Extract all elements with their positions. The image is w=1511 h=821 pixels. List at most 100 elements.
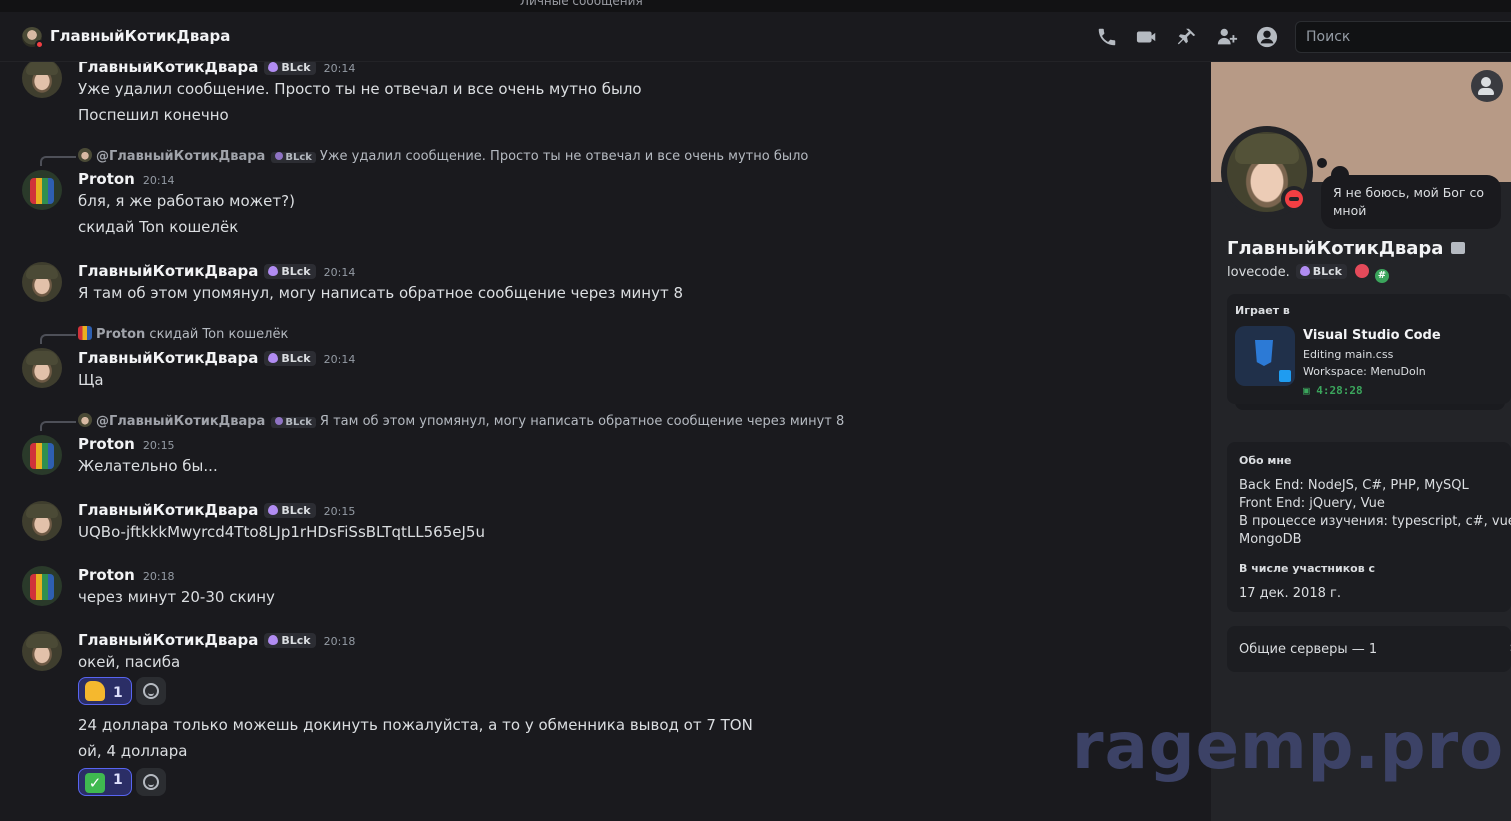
- about-line: Front End: jQuery, Vue: [1239, 496, 1385, 511]
- clan-tag: BLck: [264, 264, 316, 279]
- flame-icon: [275, 417, 284, 425]
- check-mark-icon: [85, 773, 105, 793]
- user-profile-icon[interactable]: [1256, 26, 1278, 48]
- author-line: ГлавныйКотикДвара BLck 20:18: [78, 631, 355, 649]
- author-avatar[interactable]: [22, 62, 62, 98]
- hashtag-badge-icon[interactable]: #: [1374, 269, 1389, 283]
- header-avatar: [22, 27, 44, 49]
- profile-display-name: ГлавныйКотикДвара: [1227, 238, 1466, 259]
- activity-elapsed: ▣ 4:28:28: [1303, 384, 1363, 397]
- activity-label: Играет в: [1235, 304, 1290, 317]
- reaction-count: 1: [113, 772, 123, 788]
- reply-text: скидай Ton кошелёк: [149, 327, 289, 342]
- message-text: бля, я же работаю может?): [78, 192, 295, 210]
- author-line: Proton 20:15: [78, 435, 175, 453]
- reaction-count: 1: [113, 685, 123, 701]
- author-avatar[interactable]: [22, 170, 62, 210]
- video-icon[interactable]: [1136, 26, 1158, 48]
- timestamp: 20:14: [323, 62, 356, 75]
- about-card: Обо мне Back End: NodeJS, C#, PHP, MySQL…: [1227, 442, 1511, 612]
- author-avatar[interactable]: [22, 501, 62, 541]
- flame-icon: [268, 505, 279, 515]
- reaction-thumbs-up[interactable]: 1: [78, 677, 132, 705]
- message-text: Ща: [78, 371, 104, 389]
- view-profile-icon[interactable]: [1471, 70, 1503, 102]
- author-avatar[interactable]: [22, 566, 62, 606]
- message-text: Уже удалил сообщение. Просто ты не отвеч…: [78, 80, 642, 98]
- author-avatar[interactable]: [22, 348, 62, 388]
- author-name[interactable]: ГлавныйКотикДвара: [78, 62, 258, 76]
- message-text: Я там об этом упомянул, могу написать об…: [78, 284, 684, 302]
- flame-icon: [268, 353, 279, 363]
- activity-detail: Workspace: MenuDoln: [1303, 365, 1426, 378]
- thumbs-up-icon: [85, 681, 105, 701]
- about-line: В процессе изучения: typescript, c#, vue…: [1239, 514, 1511, 529]
- author-line: ГлавныйКотикДвара BLck 20:15: [78, 501, 355, 519]
- author-avatar[interactable]: [22, 631, 62, 671]
- author-name[interactable]: ГлавныйКотикДвара: [78, 631, 258, 649]
- badge-icon[interactable]: [1354, 264, 1369, 278]
- author-name[interactable]: Proton: [78, 170, 135, 188]
- reply-preview[interactable]: @ГлавныйКотикДвара BLck Я там об этом упом…: [78, 413, 844, 429]
- clan-tag: BLck: [1295, 264, 1347, 279]
- reply-preview[interactable]: @ГлавныйКотикДвара BLck Уже удалил сообщен…: [78, 148, 808, 164]
- author-avatar[interactable]: [22, 262, 62, 302]
- author-name[interactable]: ГлавныйКотикДвара: [78, 262, 258, 280]
- reply-preview[interactable]: Proton скидай Ton кошелёк: [78, 326, 288, 342]
- pin-icon[interactable]: [1176, 26, 1198, 48]
- clan-tag: BLck: [264, 503, 316, 518]
- member-since-date: 17 дек. 2018 г.: [1239, 586, 1341, 601]
- clan-tag: BLck: [264, 62, 316, 75]
- author-line: ГлавныйКотикДвара BLck 20:14: [78, 62, 355, 76]
- author-avatar[interactable]: [22, 435, 62, 475]
- activity-detail: Editing main.css: [1303, 348, 1394, 361]
- reply-spine: [40, 156, 76, 166]
- add-reaction-button[interactable]: [136, 677, 166, 705]
- about-line: MongoDB: [1239, 532, 1302, 547]
- about-label: Обо мне: [1239, 454, 1292, 467]
- clan-tag: BLck: [264, 633, 316, 648]
- top-strip: Личные сообщения: [0, 0, 1511, 12]
- add-friend-icon[interactable]: [1216, 26, 1238, 48]
- author-name[interactable]: ГлавныйКотикДвара: [78, 501, 258, 519]
- reply-spine: [40, 334, 76, 344]
- reply-author: Proton: [96, 327, 146, 342]
- search-input[interactable]: [1295, 21, 1511, 53]
- watermark: ragemp.pro: [1072, 710, 1505, 784]
- reply-author: @ГлавныйКотикДвара: [96, 149, 266, 164]
- user-profile-panel: Я не боюсь, мой Бог со мной ГлавныйКотик…: [1211, 62, 1511, 821]
- flame-icon: [268, 635, 279, 645]
- author-line: ГлавныйКотикДвара BLck 20:14: [78, 262, 355, 280]
- phone-icon[interactable]: [1096, 26, 1118, 48]
- message-text: скидай Ton кошелёк: [78, 218, 239, 236]
- activity-app-name: Visual Studio Code: [1303, 328, 1441, 343]
- timestamp: 20:15: [142, 439, 175, 452]
- profile-username: lovecode.: [1227, 265, 1290, 280]
- flame-icon: [268, 62, 279, 72]
- timestamp: 20:15: [323, 505, 356, 518]
- author-name[interactable]: Proton: [78, 566, 135, 584]
- message-text: Поспешил конечно: [78, 106, 229, 124]
- flame-icon: [275, 152, 284, 160]
- message-text: Желательно бы...: [78, 457, 218, 475]
- dnd-status-icon: [35, 40, 44, 49]
- reply-spine: [40, 421, 76, 431]
- reply-text: Я там об этом упомянул, могу написать об…: [319, 414, 845, 429]
- author-name[interactable]: ГлавныйКотикДвара: [78, 349, 258, 367]
- reply-text: Уже удалил сообщение. Просто ты не отвеч…: [319, 149, 809, 164]
- author-line: Proton 20:14: [78, 170, 175, 188]
- reply-avatar: [78, 148, 92, 162]
- mutual-servers-button[interactable]: Общие серверы — 1 ›: [1227, 626, 1511, 672]
- smiley-icon: [143, 774, 159, 790]
- dnd-status-icon: [1281, 186, 1307, 212]
- message-text: UQBo-jftkkkMwyrcd4Tto8LJp1rHDsFiSsBLTqtL…: [78, 523, 485, 541]
- reaction-check-mark[interactable]: 1: [78, 768, 132, 796]
- message-text: ой, 4 доллара: [78, 742, 188, 760]
- note-icon[interactable]: [1451, 242, 1466, 254]
- flame-icon: [268, 266, 279, 276]
- reply-clan-tag: BLck: [271, 417, 316, 428]
- vscode-css-icon: [1235, 326, 1295, 386]
- author-name[interactable]: Proton: [78, 435, 135, 453]
- activity-card: Играет в Visual Studio Code Editing main…: [1227, 294, 1511, 404]
- add-reaction-button[interactable]: [136, 768, 166, 796]
